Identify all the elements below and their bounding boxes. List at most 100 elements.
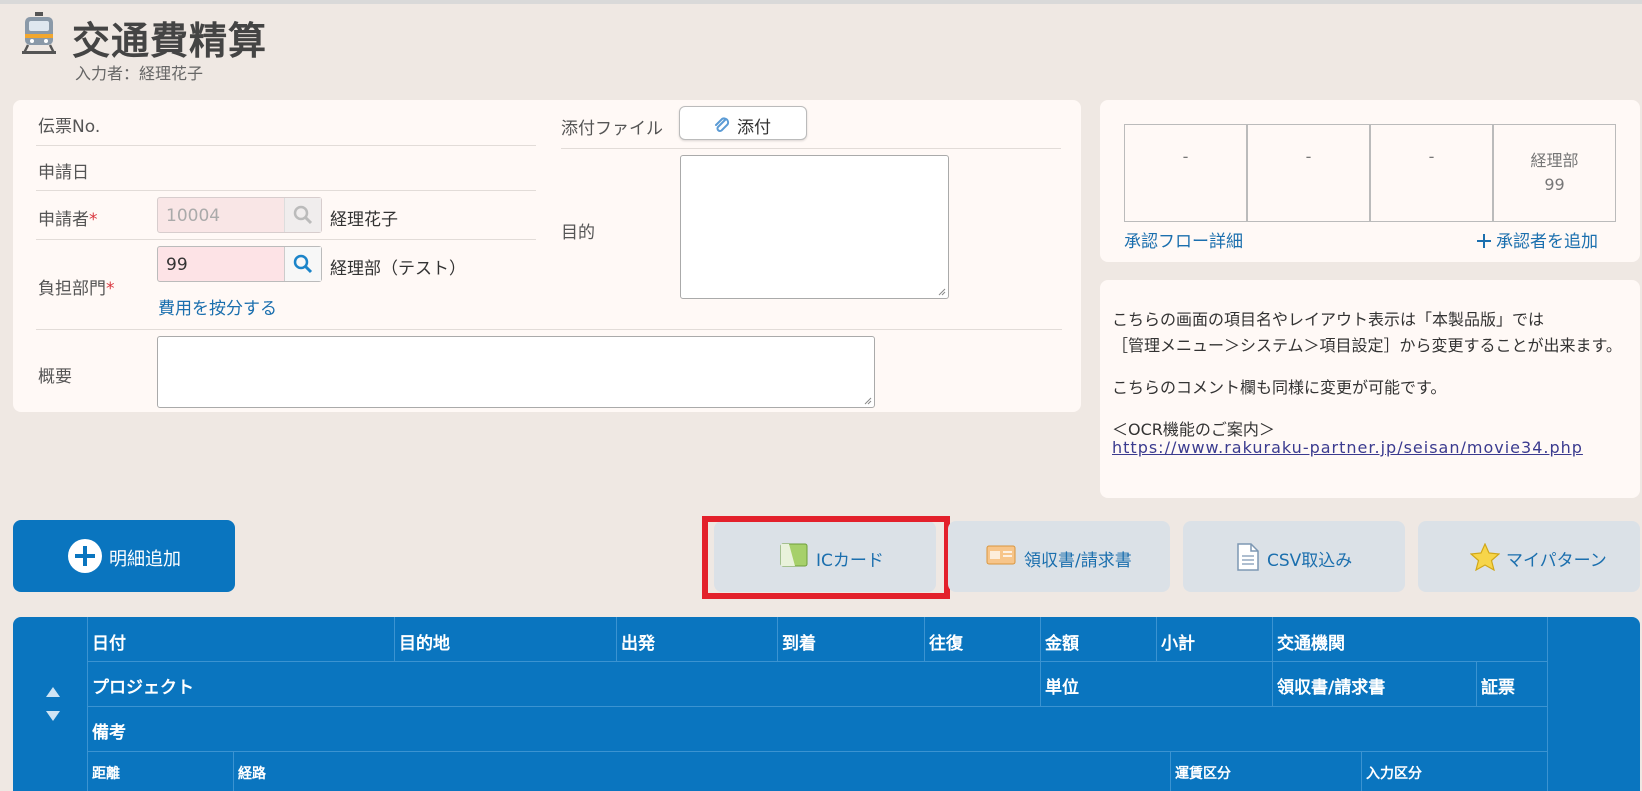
col-date: 日付	[92, 634, 126, 654]
col-departure: 出発	[621, 634, 655, 654]
col-amount: 金額	[1045, 634, 1079, 654]
resize-grip-icon[interactable]	[936, 286, 946, 296]
col-unit: 単位	[1045, 678, 1079, 698]
col-transport: 交通機関	[1277, 634, 1345, 654]
grid-line	[87, 617, 88, 791]
divider	[36, 190, 536, 191]
grid-line	[394, 617, 395, 661]
applicant-search-button	[284, 198, 321, 232]
col-distance: 距離	[92, 766, 120, 782]
my-pattern-button[interactable]: マイパターン	[1418, 521, 1640, 592]
col-input-type: 入力区分	[1366, 766, 1422, 782]
train-icon	[22, 12, 56, 54]
approver-name: -	[1305, 147, 1312, 166]
add-approver-link[interactable]: 承認者を追加	[1476, 227, 1598, 252]
my-pattern-label: マイパターン	[1506, 551, 1607, 571]
plus-circle-icon	[68, 539, 102, 573]
divider	[36, 145, 536, 146]
applicant-code-field: 10004	[157, 197, 322, 233]
approver-slot[interactable]: -	[1370, 124, 1493, 222]
applicant-code-value: 10004	[166, 206, 221, 226]
top-border	[0, 0, 1642, 4]
grid-line	[1170, 751, 1171, 791]
sort-arrows-icon[interactable]	[43, 685, 63, 723]
slip-no-label: 伝票No.	[38, 117, 101, 137]
summary-textarea[interactable]	[157, 336, 875, 408]
grid-line	[777, 617, 778, 661]
page-title: 交通費精算	[72, 19, 268, 63]
approver-slot[interactable]: 経理部 99	[1493, 124, 1616, 222]
applicant-name: 経理花子	[330, 210, 398, 230]
col-fare-type: 運賃区分	[1175, 766, 1231, 782]
approval-flow-card: - - - 経理部 99 承認フロー詳細 承認者を追加	[1100, 100, 1640, 262]
col-round-trip: 往復	[929, 634, 963, 654]
resize-grip-icon[interactable]	[862, 395, 872, 405]
col-voucher: 証票	[1481, 678, 1515, 698]
receipt-icon	[986, 545, 1016, 565]
attachment-label: 添付ファイル	[561, 119, 663, 139]
attach-file-button[interactable]: 添付	[679, 106, 807, 140]
approver-slot[interactable]: -	[1124, 124, 1247, 222]
attach-button-label: 添付	[737, 118, 771, 138]
grid-line	[1476, 661, 1477, 706]
purpose-label: 目的	[561, 223, 595, 243]
divider	[36, 329, 1062, 330]
divider	[561, 148, 1061, 149]
approval-flow-detail-link[interactable]: 承認フロー詳細	[1124, 227, 1243, 252]
department-code-field[interactable]: 99	[157, 246, 322, 282]
entered-by-label: 入力者：経理花子	[75, 64, 204, 83]
grid-line	[1272, 617, 1273, 706]
csv-import-button[interactable]: CSV取込み	[1183, 521, 1405, 592]
applicant-label: 申請者*	[38, 210, 98, 230]
department-name: 経理部（テスト）	[330, 259, 466, 279]
receipt-button[interactable]: 領収書/請求書	[948, 521, 1170, 592]
plus-icon	[1477, 234, 1491, 248]
department-code-value: 99	[166, 255, 188, 275]
grid-line	[1040, 617, 1041, 706]
col-subtotal: 小計	[1161, 634, 1195, 654]
department-label: 負担部門*	[38, 279, 115, 299]
col-route: 経路	[238, 766, 266, 782]
col-arrival: 到着	[782, 634, 816, 654]
comment-line: こちらのコメント欄も同様に変更が可能です。	[1112, 378, 1447, 397]
col-project: プロジェクト	[92, 678, 194, 698]
detail-table-header: 日付 目的地 出発 到着 往復 金額 小計 交通機関 プロジェクト 単位 領収書…	[13, 617, 1640, 791]
star-icon	[1470, 543, 1500, 571]
paperclip-icon	[715, 117, 730, 132]
grid-line	[87, 751, 1547, 752]
add-approver-label: 承認者を追加	[1496, 232, 1598, 252]
grid-line	[87, 706, 1547, 707]
col-remarks: 備考	[92, 723, 126, 743]
col-receipt: 領収書/請求書	[1277, 678, 1386, 698]
receipt-label: 領収書/請求書	[1024, 551, 1132, 571]
csv-import-label: CSV取込み	[1267, 551, 1353, 571]
approver-name: -	[1428, 147, 1435, 166]
comment-line: こちらの画面の項目名やレイアウト表示は「本製品版」では	[1112, 310, 1545, 329]
approver-code: 99	[1544, 175, 1565, 194]
grid-line	[1156, 617, 1157, 661]
col-destination: 目的地	[399, 634, 450, 654]
grid-line	[1547, 617, 1548, 791]
search-icon	[293, 205, 313, 225]
search-icon	[293, 254, 313, 274]
comment-line: ［管理メニュー＞システム＞項目設定］から変更することが出来ます。	[1112, 336, 1622, 355]
grid-line	[1361, 751, 1362, 791]
divider	[36, 239, 536, 240]
highlight-box	[702, 516, 950, 599]
comment-card: こちらの画面の項目名やレイアウト表示は「本製品版」では ［管理メニュー＞システム…	[1100, 280, 1640, 498]
comment-line: ＜OCR機能のご案内＞	[1112, 420, 1275, 439]
apply-date-label: 申請日	[38, 163, 89, 183]
purpose-textarea[interactable]	[680, 155, 949, 299]
department-search-button[interactable]	[284, 247, 321, 281]
approver-slot[interactable]: -	[1247, 124, 1370, 222]
allocate-cost-link[interactable]: 費用を按分する	[158, 294, 277, 319]
grid-line	[924, 617, 925, 661]
add-detail-button[interactable]: 明細追加	[13, 520, 235, 592]
approver-name: -	[1182, 147, 1189, 166]
add-detail-label: 明細追加	[109, 549, 181, 570]
document-icon	[1237, 543, 1259, 571]
grid-line	[233, 751, 234, 791]
grid-line	[616, 617, 617, 661]
ocr-guide-link[interactable]: https://www.rakuraku-partner.jp/seisan/m…	[1112, 440, 1624, 456]
summary-label: 概要	[38, 367, 72, 387]
